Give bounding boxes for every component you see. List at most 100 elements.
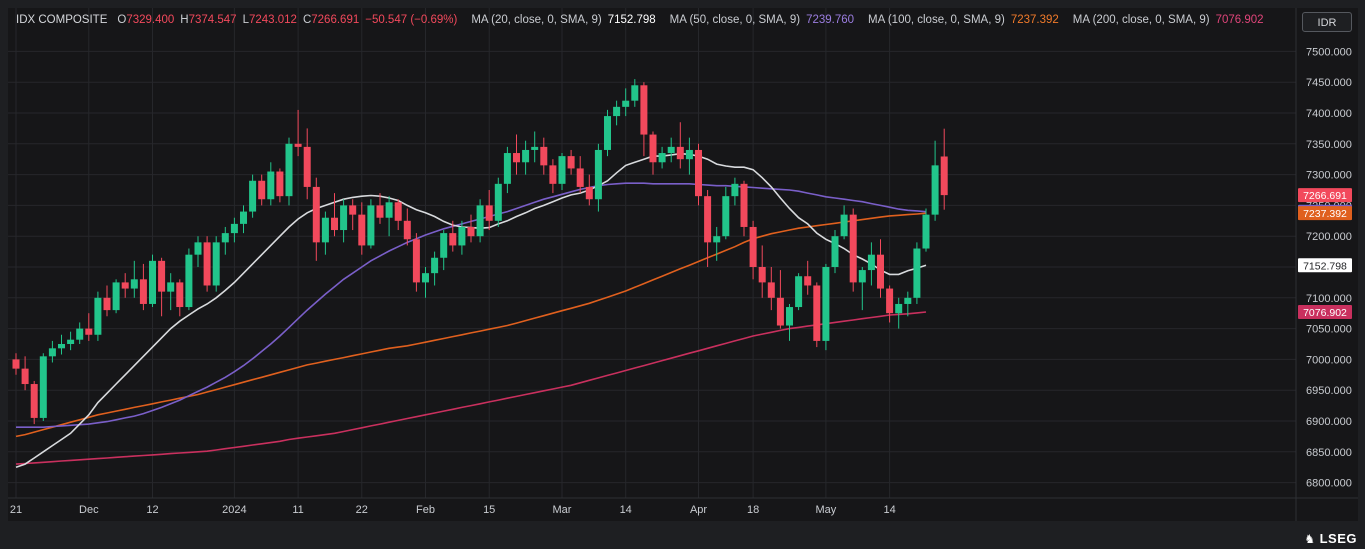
candle [367,199,375,249]
candle [103,285,111,317]
candle [358,202,366,255]
candle-body [640,85,648,135]
candle-body [567,156,575,169]
candle [913,242,921,304]
candle-body [167,282,175,292]
lseg-stallion-icon: ♞ [1304,532,1316,546]
high-value: 7374.547 [188,14,237,26]
ma100-label: MA (100, close, 0, SMA, 9) [868,14,1005,26]
candle [640,82,648,157]
currency-button[interactable]: IDR [1302,12,1352,32]
candle-body [249,180,257,212]
close-label: C [302,14,312,26]
candle [349,199,357,231]
candle-body [12,359,20,369]
candle [613,100,621,126]
candle-body [258,180,266,200]
y-tick-label: 7450.000 [1306,77,1352,89]
chart-panel[interactable]: 6800.000 6850.000 6900.000 6950.000 7000.000… [8,8,1358,521]
candle [185,248,193,311]
candle-body [367,205,375,246]
candle-body [331,217,338,231]
candle-body [676,146,684,160]
candle [631,79,639,107]
candle-body [212,242,220,286]
candle [194,236,202,267]
ma20-value: 7152.798 [607,14,656,26]
candle-body [149,260,156,304]
candle-body [531,146,539,150]
candle-body [549,165,557,184]
y-tick-label: 7050.000 [1306,324,1352,336]
candle [294,109,302,157]
candle [503,146,511,194]
candle [895,297,903,329]
candle [422,267,429,298]
candle [822,263,830,351]
candle [67,331,75,351]
x-tick-label: Mar [553,504,572,516]
candle-body [48,348,56,357]
candle [385,196,393,237]
candle-body [622,100,630,107]
y-tick-label: 7100.000 [1306,293,1352,305]
x-tick-label: 14 [883,504,895,516]
candle-body [376,205,384,218]
candle-body [849,214,857,283]
candle-body [840,214,848,237]
candle [276,168,284,203]
candle-body [695,149,702,197]
candle [776,270,784,329]
candle-body [194,242,202,255]
candle [76,322,84,344]
candle [676,122,684,169]
candle [403,208,411,246]
candle-body [240,211,247,224]
candle-body [303,146,311,187]
price-label-text: 7237.392 [1303,208,1347,220]
candle-body [776,297,784,326]
candle [886,285,894,323]
candle [722,186,730,240]
candle-body [349,205,357,215]
candle [267,162,275,206]
candle [331,193,338,237]
candle-body [904,297,912,304]
candle-body [758,267,766,283]
candle-body [21,368,29,385]
candle-body [130,279,138,289]
price-chart[interactable]: 6800.000 6850.000 6900.000 6950.000 7000.000… [8,8,1358,521]
candle-body [540,146,548,166]
candle-body [340,205,348,231]
candle [567,149,575,175]
candle [249,174,257,218]
candle-body [749,226,757,267]
price-label: 7237.392 [1298,206,1352,221]
candle [21,356,29,391]
candle-body [895,303,903,314]
candle-body [103,297,111,311]
candle-body [449,233,457,246]
candle-body [831,236,839,267]
x-tick-label: 21 [10,504,22,516]
candle [758,245,766,298]
candle [230,217,238,243]
candle [39,353,47,421]
price-label: 7152.798 [1298,258,1352,273]
candle-body [767,282,775,298]
y-tick-label: 6900.000 [1306,416,1352,428]
candle-body [294,143,302,147]
candle [667,137,675,163]
candle [212,236,220,292]
x-tick-label: May [816,504,837,516]
candle [795,273,803,311]
candle-body [576,168,584,187]
x-tick-label: 14 [620,504,632,516]
candle-body [67,339,75,344]
candle [513,134,520,175]
candle-body [858,270,866,283]
candle-body [649,134,657,163]
candle-body [658,153,666,163]
low-value: 7243.012 [248,14,297,26]
x-tick-label: 22 [356,504,368,516]
